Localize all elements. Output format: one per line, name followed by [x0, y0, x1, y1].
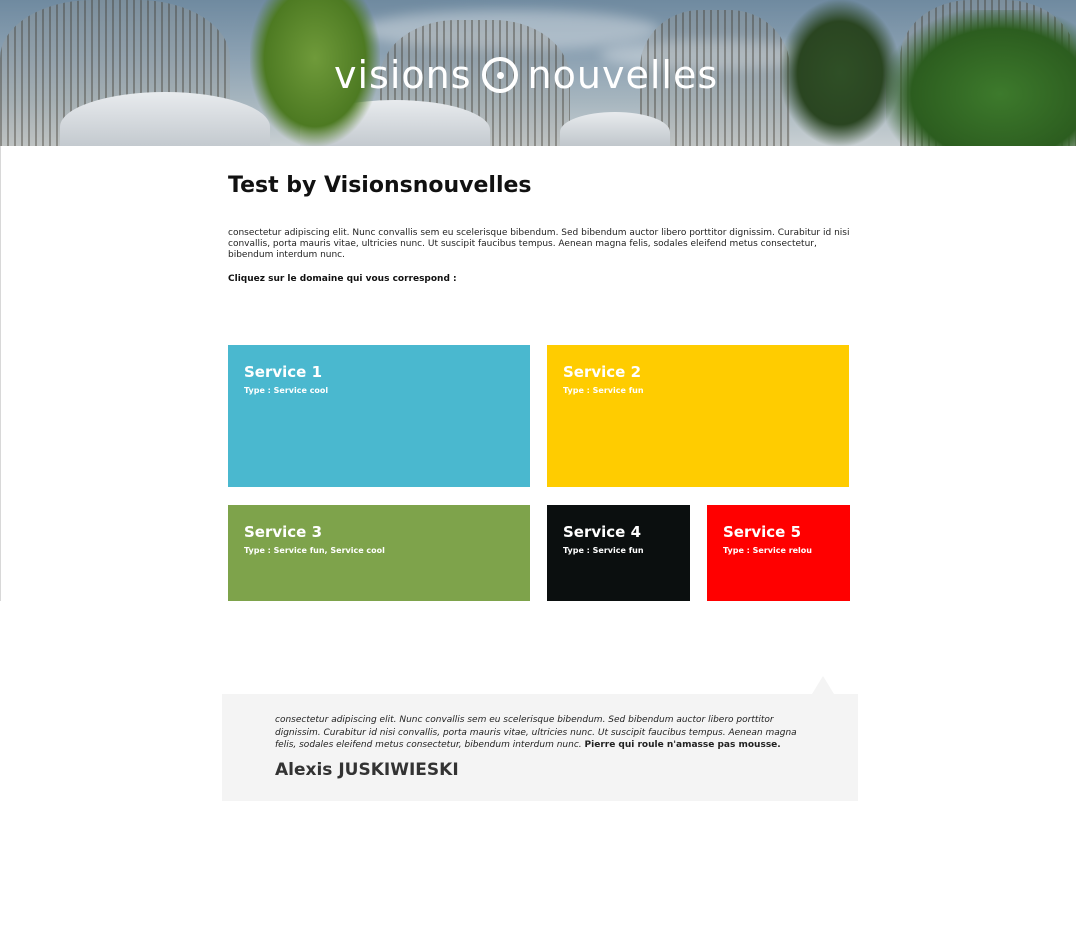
page-border: [0, 146, 1, 601]
service-title: Service 3: [244, 523, 323, 541]
service-title: Service 1: [244, 363, 323, 381]
service-card-4[interactable]: Service 4 Type : Service fun: [547, 505, 690, 601]
service-type: Type : Service relou: [723, 546, 812, 555]
service-type: Type : Service cool: [244, 386, 329, 395]
service-title: Service 5: [723, 523, 802, 541]
quote-bold-text: Pierre qui roule n'amasse pas mousse.: [584, 740, 781, 750]
testimonial-box: consectetur adipiscing elit. Nunc conval…: [222, 676, 858, 801]
service-title: Service 4: [563, 523, 642, 541]
service-type: Type : Service fun: [563, 386, 644, 395]
service-type: Type : Service fun: [563, 546, 644, 555]
tree: [886, 10, 1076, 146]
testimonial-quote: consectetur adipiscing elit. Nunc conval…: [275, 714, 815, 752]
intro-paragraph: consectetur adipiscing elit. Nunc conval…: [228, 228, 850, 260]
logo-text-visions: visions: [334, 53, 472, 97]
service-card-1[interactable]: Service 1 Type : Service cool: [228, 345, 530, 487]
logo-circle-icon: [481, 57, 518, 93]
service-card-3[interactable]: Service 3 Type : Service fun, Service co…: [228, 505, 530, 601]
testimonial-author: Alexis JUSKIWIESKI: [275, 760, 459, 780]
site-logo[interactable]: visions nouvelles: [334, 52, 744, 98]
service-title: Service 2: [563, 363, 642, 381]
page-title: Test by Visionsnouvelles: [228, 173, 532, 198]
cta-text: Cliquez sur le domaine qui vous correspo…: [228, 274, 457, 284]
service-card-5[interactable]: Service 5 Type : Service relou: [707, 505, 850, 601]
service-card-2[interactable]: Service 2 Type : Service fun: [547, 345, 849, 487]
logo-text-nouvelles: nouvelles: [527, 53, 719, 97]
tree: [780, 0, 900, 146]
service-type: Type : Service fun, Service cool: [244, 546, 385, 555]
hero-banner: visions nouvelles: [0, 0, 1076, 146]
speech-notch: [812, 676, 834, 694]
dome: [560, 112, 670, 146]
